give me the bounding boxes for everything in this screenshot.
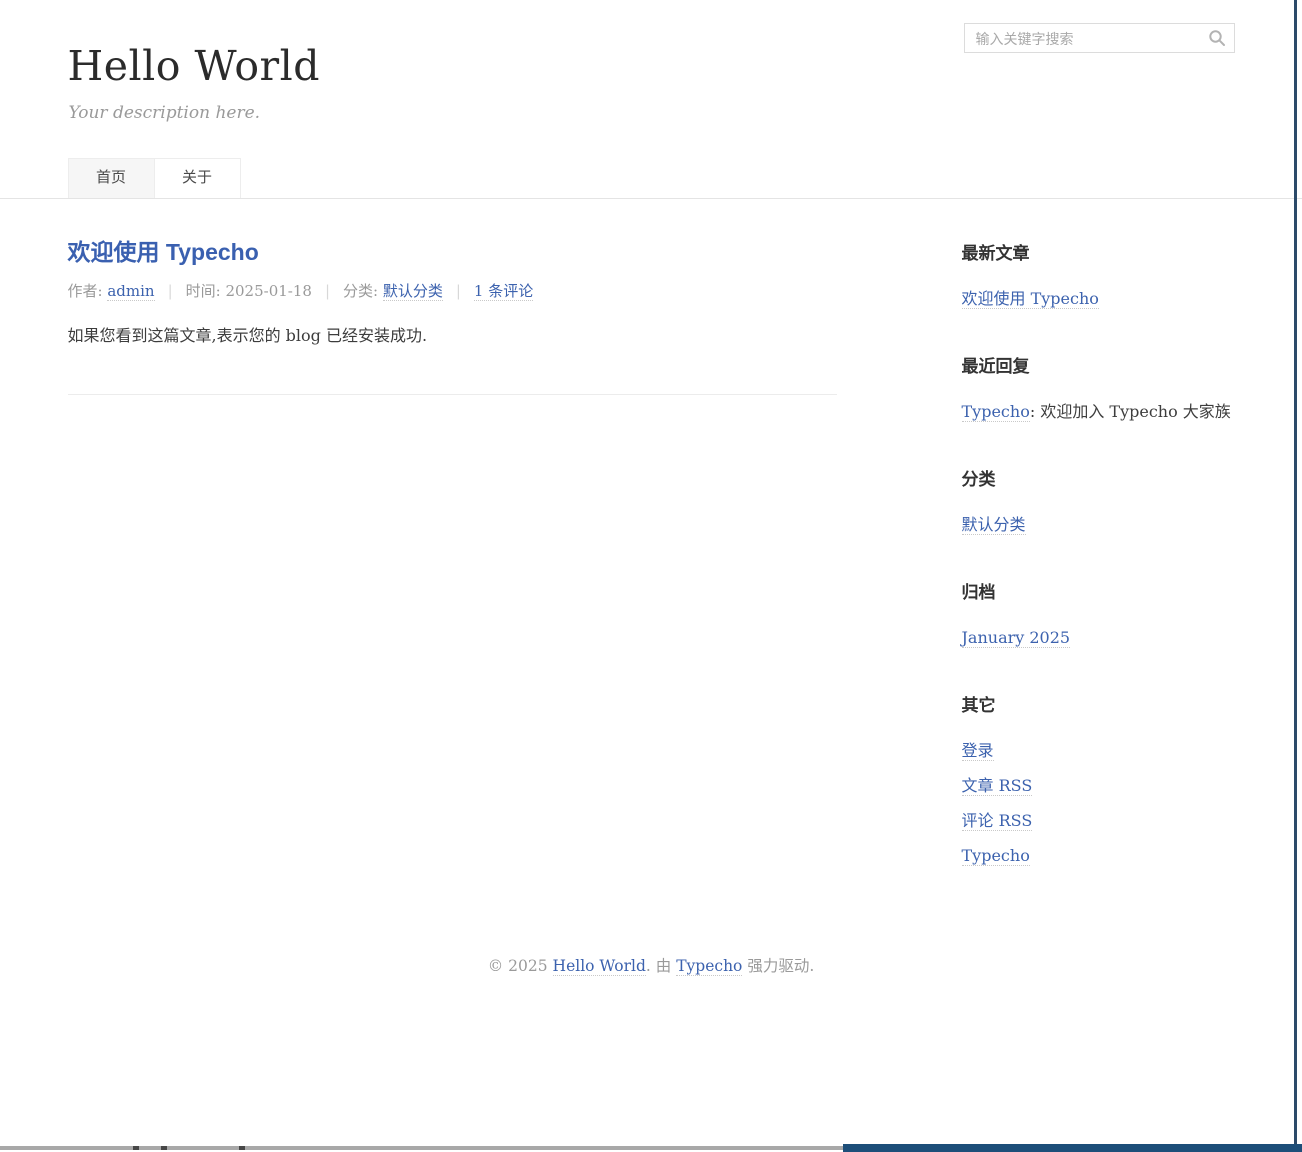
comment-excerpt: 欢迎加入 Typecho 大家族 — [1040, 402, 1231, 421]
category-link[interactable]: 默认分类 — [962, 515, 1026, 535]
meta-separator: | — [456, 282, 461, 300]
list-item: January 2025 — [962, 627, 1235, 648]
copyright-text: © 2025 — [488, 957, 553, 975]
content-column: 欢迎使用 Typecho 作者: admin | 时间: 2025-01-18 | 分类… — [68, 239, 837, 909]
search-box — [964, 23, 1235, 53]
post-title-link[interactable]: 欢迎使用 Typecho — [68, 239, 259, 265]
widget-title: 其它 — [962, 691, 1235, 716]
category-link[interactable]: 默认分类 — [383, 282, 443, 301]
recent-post-link[interactable]: 欢迎使用 Typecho — [962, 289, 1099, 309]
meta-separator: | — [325, 282, 330, 300]
archive-link[interactable]: January 2025 — [962, 628, 1071, 648]
login-link[interactable]: 登录 — [962, 741, 994, 761]
author-label: 作者: — [68, 282, 108, 300]
footer-site-link[interactable]: Hello World — [553, 957, 646, 976]
post-title: 欢迎使用 Typecho — [68, 239, 837, 265]
sidebar: 最新文章 欢迎使用 Typecho 最近回复 Typecho: 欢迎加入 Typ… — [962, 239, 1235, 909]
post: 欢迎使用 Typecho 作者: admin | 时间: 2025-01-18 | 分类… — [68, 239, 837, 395]
taskbar-edge — [0, 1146, 843, 1150]
comment-separator: : — [1030, 402, 1040, 421]
widget-recent-posts: 最新文章 欢迎使用 Typecho — [962, 239, 1235, 309]
meta-separator: | — [168, 282, 173, 300]
footer-middle-text: . 由 — [646, 957, 676, 975]
taskbar-icon-fragment — [133, 1146, 139, 1150]
footer-typecho-link[interactable]: Typecho — [676, 957, 742, 976]
typecho-link[interactable]: Typecho — [962, 846, 1030, 866]
footer-suffix-text: 强力驱动. — [742, 957, 814, 975]
nav-tab-about[interactable]: 关于 — [154, 158, 241, 198]
post-date: 2025-01-18 — [225, 282, 311, 300]
comments-link[interactable]: 1 条评论 — [474, 282, 533, 301]
taskbar-icon-fragment — [239, 1146, 245, 1150]
list-item: 登录 — [962, 740, 1235, 761]
category-label: 分类: — [343, 282, 383, 300]
list-item: Typecho — [962, 845, 1235, 866]
comment-author-link[interactable]: Typecho — [962, 402, 1030, 422]
widget-title: 最近回复 — [962, 352, 1235, 377]
widget-title: 分类 — [962, 465, 1235, 490]
site-header: Hello World Your description here. — [68, 0, 1235, 123]
list-item: 默认分类 — [962, 514, 1235, 535]
adjacent-window-bottom-edge — [843, 1144, 1302, 1152]
nav-bar: 首页关于 — [0, 158, 1302, 199]
list-item: Typecho: 欢迎加入 Typecho 大家族 — [962, 401, 1235, 422]
widget-title: 归档 — [962, 578, 1235, 603]
widget-categories: 分类 默认分类 — [962, 465, 1235, 535]
widget-misc: 其它 登录 文章 RSS 评论 RSS Typecho — [962, 691, 1235, 866]
main-area: 欢迎使用 Typecho 作者: admin | 时间: 2025-01-18 | 分类… — [68, 199, 1235, 909]
list-item: 欢迎使用 Typecho — [962, 288, 1235, 309]
post-meta: 作者: admin | 时间: 2025-01-18 | 分类: 默认分类 | 1 条评论 — [68, 280, 837, 301]
widget-recent-comments: 最近回复 Typecho: 欢迎加入 Typecho 大家族 — [962, 352, 1235, 422]
footer: © 2025 Hello World. 由 Typecho 强力驱动. — [68, 954, 1235, 976]
adjacent-window-edge — [1294, 0, 1297, 1152]
page-container: Hello World Your description here. 首页关于 … — [68, 0, 1235, 976]
taskbar-icon-fragment — [161, 1146, 167, 1150]
author-link[interactable]: admin — [107, 282, 154, 301]
post-rss-link[interactable]: 文章 RSS — [962, 776, 1033, 796]
search-input[interactable] — [974, 25, 1208, 53]
nav-tab-home[interactable]: 首页 — [68, 158, 155, 198]
post-body: 如果您看到这篇文章,表示您的 blog 已经安装成功. — [68, 324, 837, 348]
site-description: Your description here. — [69, 103, 1235, 123]
date-label: 时间: — [186, 282, 226, 300]
magnifier-icon[interactable] — [1208, 29, 1226, 47]
comment-rss-link[interactable]: 评论 RSS — [962, 811, 1033, 831]
widget-archives: 归档 January 2025 — [962, 578, 1235, 648]
widget-title: 最新文章 — [962, 239, 1235, 264]
list-item: 文章 RSS — [962, 775, 1235, 796]
list-item: 评论 RSS — [962, 810, 1235, 831]
